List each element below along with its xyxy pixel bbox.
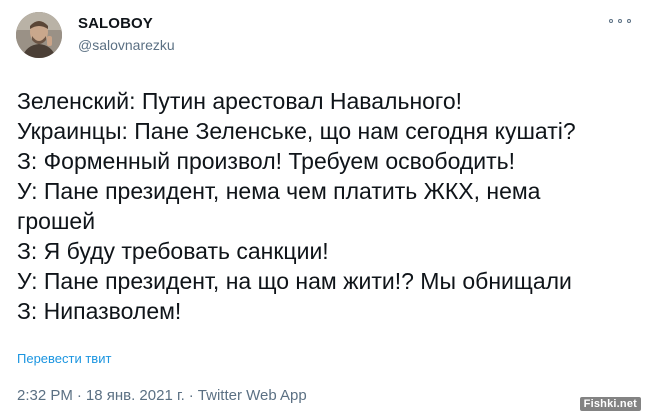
tweet-time[interactable]: 2:32 PM [17, 387, 73, 404]
tweet-date[interactable]: 18 янв. 2021 г. [86, 387, 185, 404]
tweet-source[interactable]: Twitter Web App [198, 387, 307, 404]
tweet-line: З: Форменный произвол! Требуем освободит… [17, 148, 516, 174]
tweet-line: З: Нипазволем! [17, 298, 182, 324]
tweet-line: У: Пане президент, на що нам жити!? Мы о… [17, 268, 572, 294]
dot-icon [627, 19, 631, 23]
avatar[interactable] [16, 12, 62, 58]
tweet-line: З: Я буду требовать санкции! [17, 238, 329, 264]
tweet-card: SALOBOY @salovnarezku Зеленский: Путин а… [0, 0, 645, 415]
tweet-line: У: Пане президент, нема чем платить ЖКХ,… [17, 178, 541, 204]
author-display-name[interactable]: SALOBOY [78, 15, 153, 32]
tweet-line: грошей [17, 208, 96, 234]
dot-icon [609, 19, 613, 23]
dot-icon [618, 19, 622, 23]
avatar-image [16, 12, 62, 58]
more-options-icon[interactable] [609, 14, 631, 28]
tweet-text: Зеленский: Путин арестовал Навального! У… [17, 86, 637, 326]
tweet-meta: 2:32 PM · 18 янв. 2021 г. · Twitter Web App [17, 387, 307, 404]
meta-separator: · [188, 387, 194, 404]
meta-separator: · [76, 387, 82, 404]
tweet-line: Украинцы: Пане Зеленське, що нам сегодня… [17, 118, 576, 144]
watermark: Fishki.net [579, 397, 641, 411]
tweet-line: Зеленский: Путин арестовал Навального! [17, 88, 462, 114]
translate-tweet-link[interactable]: Перевести твит [17, 351, 111, 366]
author-handle[interactable]: @salovnarezku [78, 37, 175, 53]
